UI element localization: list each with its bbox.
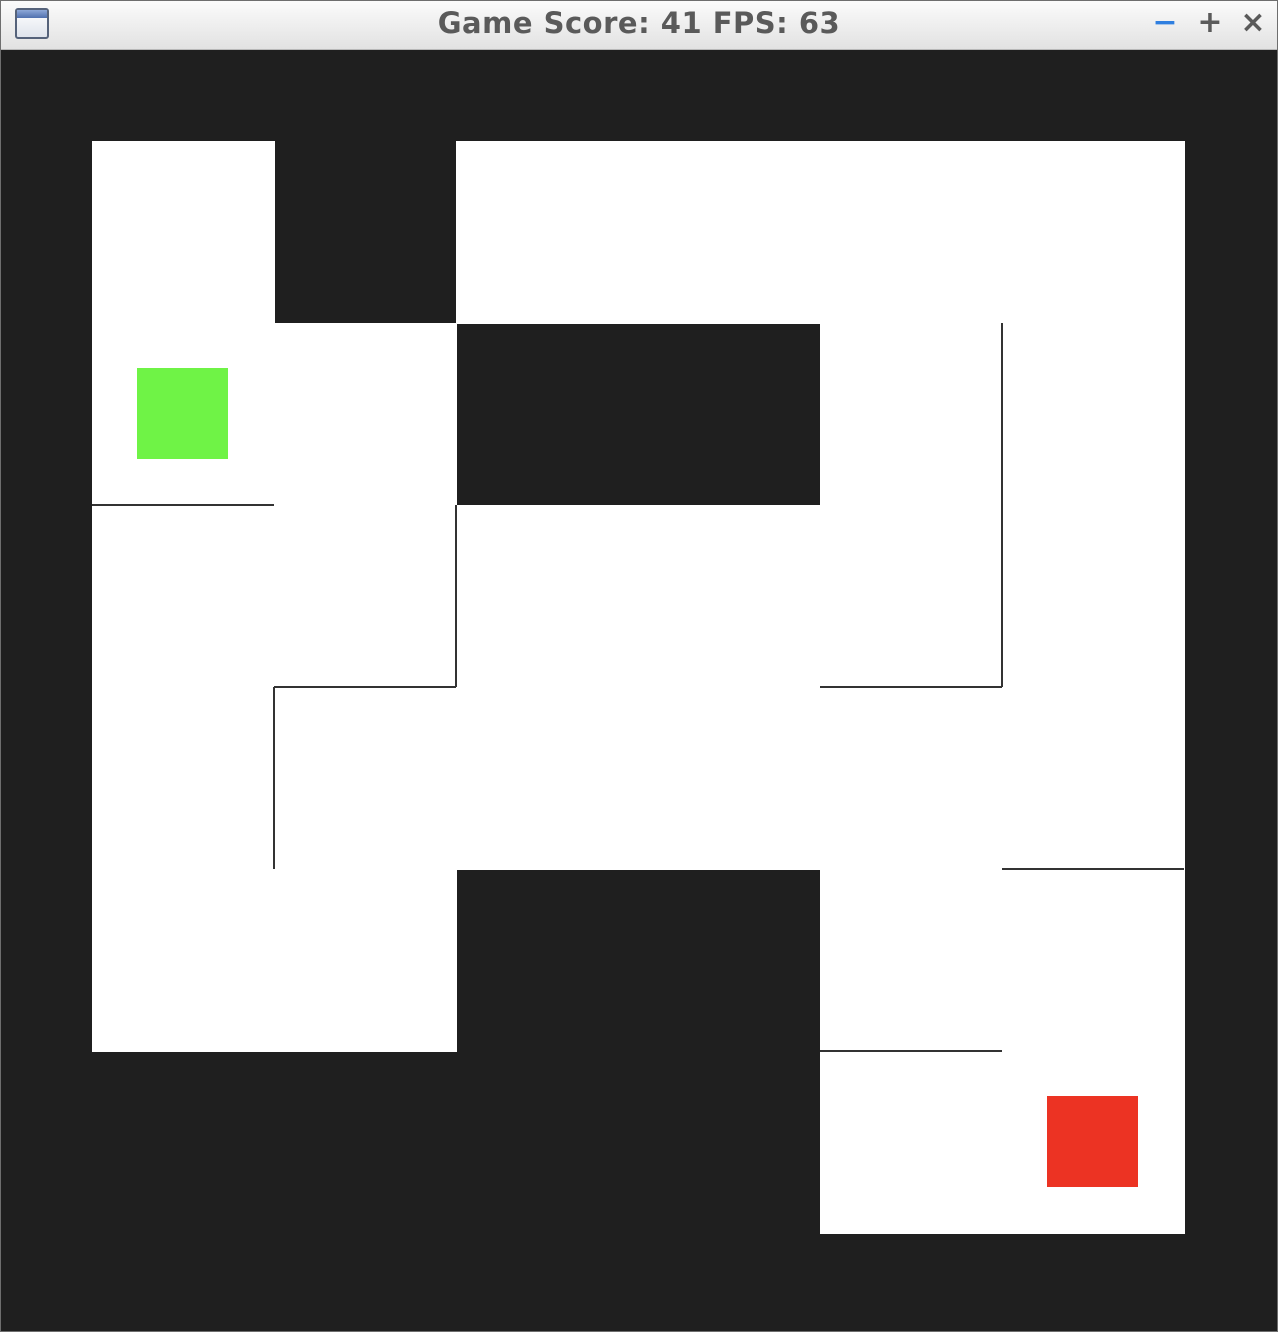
floor-cell xyxy=(456,141,639,324)
floor-cell xyxy=(92,687,275,870)
floor-cell xyxy=(820,505,1003,688)
floor-cell xyxy=(1002,505,1185,688)
title-bar[interactable]: Game Score: 41 FPS: 63 − + × xyxy=(1,1,1277,50)
floor-cell xyxy=(274,687,457,870)
close-icon[interactable]: × xyxy=(1235,5,1271,41)
player-square xyxy=(137,368,228,459)
floor-cell xyxy=(820,869,1003,1052)
goal-square xyxy=(1047,1096,1138,1187)
floor-cell xyxy=(820,323,1003,506)
floor-cell xyxy=(274,323,457,506)
floor-cell xyxy=(820,141,1003,324)
floor-cell xyxy=(638,505,821,688)
floor-cell xyxy=(456,687,639,870)
floor-cell xyxy=(820,1051,1003,1234)
floor-cell xyxy=(1002,687,1185,870)
window-title: Game Score: 41 FPS: 63 xyxy=(437,6,841,40)
floor-cell xyxy=(820,687,1003,870)
minimize-icon[interactable]: − xyxy=(1147,5,1183,41)
maximize-icon[interactable]: + xyxy=(1192,5,1228,41)
floor-cell xyxy=(274,869,457,1052)
floor-cell xyxy=(1002,869,1185,1052)
floor-cell xyxy=(638,141,821,324)
floor-cell xyxy=(92,869,275,1052)
maze-board xyxy=(92,141,1185,1234)
floor-cell xyxy=(1002,323,1185,506)
floor-cell xyxy=(638,687,821,870)
floor-cell xyxy=(456,505,639,688)
floor-cell xyxy=(274,505,457,688)
floor-cell xyxy=(1002,141,1185,324)
maze-canvas[interactable] xyxy=(1,50,1277,1331)
floor-cell xyxy=(92,141,275,324)
game-window: Game Score: 41 FPS: 63 − + × xyxy=(0,0,1278,1332)
floor-cell xyxy=(92,505,275,688)
